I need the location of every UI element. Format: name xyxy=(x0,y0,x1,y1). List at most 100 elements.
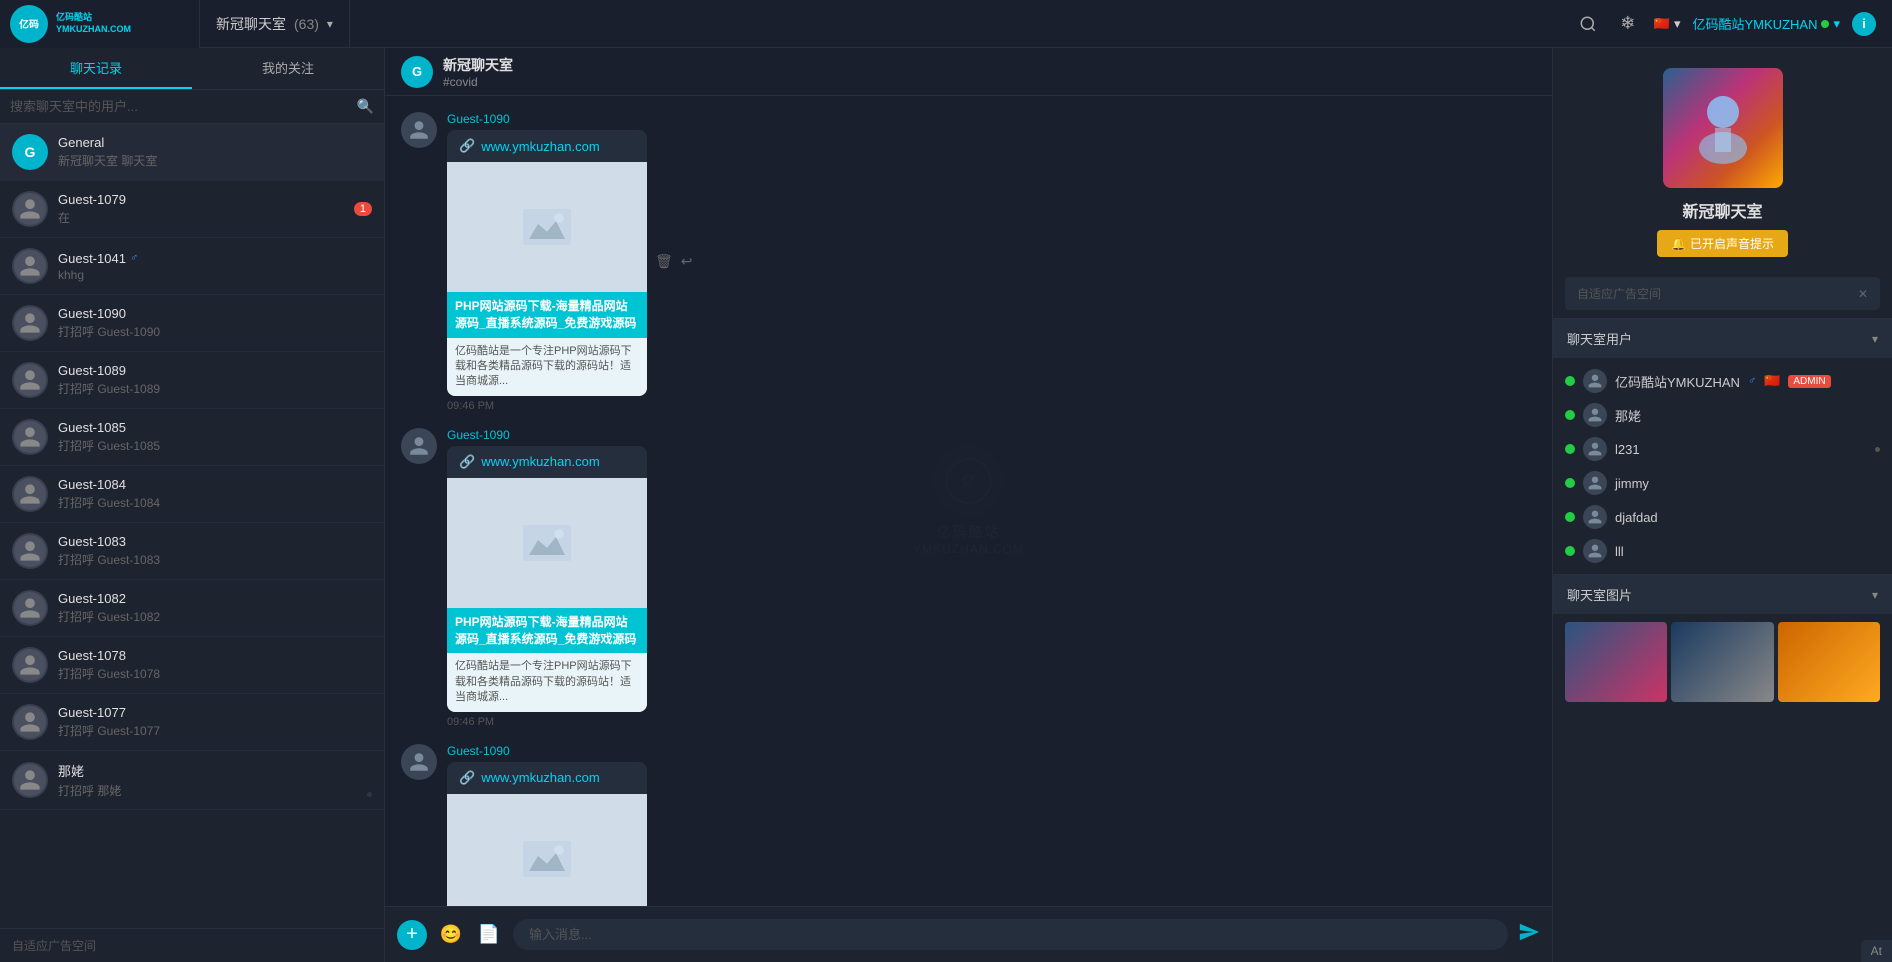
topbar-right: ❄ 🇨🇳 ▾ 亿码酷站YMKUZHAN ▾ i xyxy=(1558,10,1892,38)
message-link[interactable]: 🔗 www.ymkuzhan.com xyxy=(447,762,647,794)
user-avatar xyxy=(12,476,48,512)
sidebar: 聊天记录 我的关注 🔍 G General 新冠聊天室 聊天室 Guest-10… xyxy=(0,48,385,962)
reply-msg-btn[interactable]: ↩ xyxy=(681,253,693,270)
message-time: 09:46 PM xyxy=(447,716,647,728)
unread-badge: 1 xyxy=(354,202,372,216)
chat-info: Guest-1084 打招呼 Guest-1084 xyxy=(58,477,372,511)
user-avatar xyxy=(12,590,48,626)
search-input[interactable] xyxy=(10,99,351,114)
user-avatar xyxy=(12,647,48,683)
chat-item[interactable]: G General 新冠聊天室 聊天室 xyxy=(0,124,384,181)
topbar-username[interactable]: 亿码酷站YMKUZHAN ▾ xyxy=(1693,14,1840,33)
notify-btn[interactable]: 🔔 已开启声音提示 xyxy=(1657,230,1788,257)
close-ad-btn[interactable]: ✕ xyxy=(1858,287,1868,301)
username-label: 那姥 xyxy=(1615,406,1641,425)
user-status-dot xyxy=(1565,546,1575,556)
topbar: 亿码 亿码酷站 YMKUZHAN.COM 新冠聊天室 (63) ▾ ❄ 🇨🇳 ▾… xyxy=(0,0,1892,48)
user-list-item[interactable]: djafdad xyxy=(1565,500,1880,534)
send-btn[interactable] xyxy=(1518,921,1540,949)
search-icon-btn[interactable]: 🔍 xyxy=(357,98,374,115)
photos-section-title: 聊天室图片 xyxy=(1567,585,1632,604)
message-avatar xyxy=(401,112,437,148)
chat-item[interactable]: 那姥 打招呼 那姥 xyxy=(0,751,384,810)
message-link[interactable]: 🔗 www.ymkuzhan.com xyxy=(447,130,647,162)
right-panel-ad: 自适应广告空间 ✕ xyxy=(1565,277,1880,310)
chat-name: Guest-1077 xyxy=(58,705,372,720)
user-status-dot xyxy=(1565,444,1575,454)
user-avatar xyxy=(12,533,48,569)
flag-icon: 🇨🇳 xyxy=(1654,16,1670,32)
username-label: jimmy xyxy=(1615,476,1649,491)
chat-item[interactable]: Guest-1041♂ khhg xyxy=(0,238,384,295)
chat-preview: 在 xyxy=(58,209,344,226)
snowflake-icon[interactable]: ❄ xyxy=(1614,10,1642,38)
chat-name: Guest-1085 xyxy=(58,420,372,435)
message-link[interactable]: 🔗 www.ymkuzhan.com xyxy=(447,446,647,478)
username-label: 亿码酷站YMKUZHAN xyxy=(1615,372,1740,391)
user-list-item[interactable]: jimmy xyxy=(1565,466,1880,500)
user-list-item[interactable]: lll xyxy=(1565,534,1880,568)
add-btn[interactable]: + xyxy=(397,920,427,950)
photo-thumb-2[interactable] xyxy=(1671,622,1773,702)
user-list-item[interactable]: 那姥 xyxy=(1565,398,1880,432)
chat-preview: 打招呼 Guest-1090 xyxy=(58,323,372,340)
message-input[interactable] xyxy=(513,919,1508,950)
user-list-item[interactable]: l231 xyxy=(1565,432,1880,466)
user-avatar xyxy=(12,305,48,341)
chat-item[interactable]: Guest-1077 打招呼 Guest-1077 xyxy=(0,694,384,751)
chat-info: Guest-1083 打招呼 Guest-1083 xyxy=(58,534,372,568)
chat-info: Guest-1077 打招呼 Guest-1077 xyxy=(58,705,372,739)
chat-item[interactable]: Guest-1085 打招呼 Guest-1085 xyxy=(0,409,384,466)
chat-item[interactable]: Guest-1090 打招呼 Guest-1090 xyxy=(0,295,384,352)
room-chevron-icon[interactable]: ▾ xyxy=(327,17,333,31)
file-btn[interactable]: 📄 xyxy=(475,921,503,949)
photo-thumb-1[interactable] xyxy=(1565,622,1667,702)
main-layout: 聊天记录 我的关注 🔍 G General 新冠聊天室 聊天室 Guest-10… xyxy=(0,48,1892,962)
chat-list: G General 新冠聊天室 聊天室 Guest-1079 在 1 Guest… xyxy=(0,124,384,928)
user-list-item[interactable]: 亿码酷站YMKUZHAN ♂ 🇨🇳 ADMIN xyxy=(1565,364,1880,398)
chat-preview: khhg xyxy=(58,268,372,282)
user-chevron-icon: ▾ xyxy=(1833,16,1840,32)
chat-header-avatar: G xyxy=(401,56,433,88)
user-avatar-sm xyxy=(1583,505,1607,529)
users-section-header[interactable]: 聊天室用户 ▾ xyxy=(1553,318,1892,358)
chat-preview: 打招呼 Guest-1089 xyxy=(58,380,372,397)
tab-my-follows[interactable]: 我的关注 xyxy=(192,48,384,89)
user-list: 亿码酷站YMKUZHAN ♂ 🇨🇳 ADMIN 那姥 l231 jimmy dj… xyxy=(1553,358,1892,574)
link-url: www.ymkuzhan.com xyxy=(481,454,599,469)
chat-item[interactable]: Guest-1084 打招呼 Guest-1084 xyxy=(0,466,384,523)
message-sender: Guest-1090 xyxy=(447,112,647,126)
right-panel: 新冠聊天室 🔔 已开启声音提示 自适应广告空间 ✕ 聊天室用户 ▾ 亿码酷站YM… xyxy=(1552,48,1892,962)
photo-thumb-3[interactable] xyxy=(1778,622,1880,702)
chat-messages: 亿 亿码酷站 YMKUZHAN.COM Guest-1090 🔗 www.ymk… xyxy=(385,96,1552,906)
logo-area: 亿码 亿码酷站 YMKUZHAN.COM xyxy=(0,0,200,48)
info-icon[interactable]: i xyxy=(1852,12,1876,36)
chat-item[interactable]: Guest-1078 打招呼 Guest-1078 xyxy=(0,637,384,694)
activity-dot xyxy=(367,792,372,797)
tab-chat-history[interactable]: 聊天记录 xyxy=(0,48,192,89)
chat-item[interactable]: Guest-1083 打招呼 Guest-1083 xyxy=(0,523,384,580)
chat-item[interactable]: Guest-1079 在 1 xyxy=(0,181,384,238)
room-selector[interactable]: 新冠聊天室 (63) ▾ xyxy=(200,0,350,47)
emoji-btn[interactable]: 😊 xyxy=(437,921,465,949)
link-url: www.ymkuzhan.com xyxy=(481,139,599,154)
search-bar: 🔍 xyxy=(0,90,384,124)
photos-section-header[interactable]: 聊天室图片 ▾ xyxy=(1553,574,1892,614)
link-icon: 🔗 xyxy=(459,454,475,470)
delete-msg-btn[interactable]: 🗑 xyxy=(655,253,673,270)
chat-room-tag: #covid xyxy=(443,75,513,89)
chat-info: Guest-1079 在 xyxy=(58,192,344,226)
chat-name: Guest-1089 xyxy=(58,363,372,378)
user-avatar xyxy=(12,762,48,798)
right-panel-room-name: 新冠聊天室 xyxy=(1682,198,1762,222)
chat-item[interactable]: Guest-1089 打招呼 Guest-1089 xyxy=(0,352,384,409)
chat-name: Guest-1078 xyxy=(58,648,372,663)
chevron-lang-icon: ▾ xyxy=(1674,16,1681,32)
card-image xyxy=(447,478,647,608)
search-icon[interactable] xyxy=(1574,10,1602,38)
card-image xyxy=(447,794,647,906)
message-bubble: 🔗 www.ymkuzhan.com PHP网站源码下载-海量精品网站源码_直播… xyxy=(447,130,647,396)
chat-item[interactable]: Guest-1082 打招呼 Guest-1082 xyxy=(0,580,384,637)
sidebar-tabs: 聊天记录 我的关注 xyxy=(0,48,384,90)
flag-lang[interactable]: 🇨🇳 ▾ xyxy=(1654,16,1681,32)
